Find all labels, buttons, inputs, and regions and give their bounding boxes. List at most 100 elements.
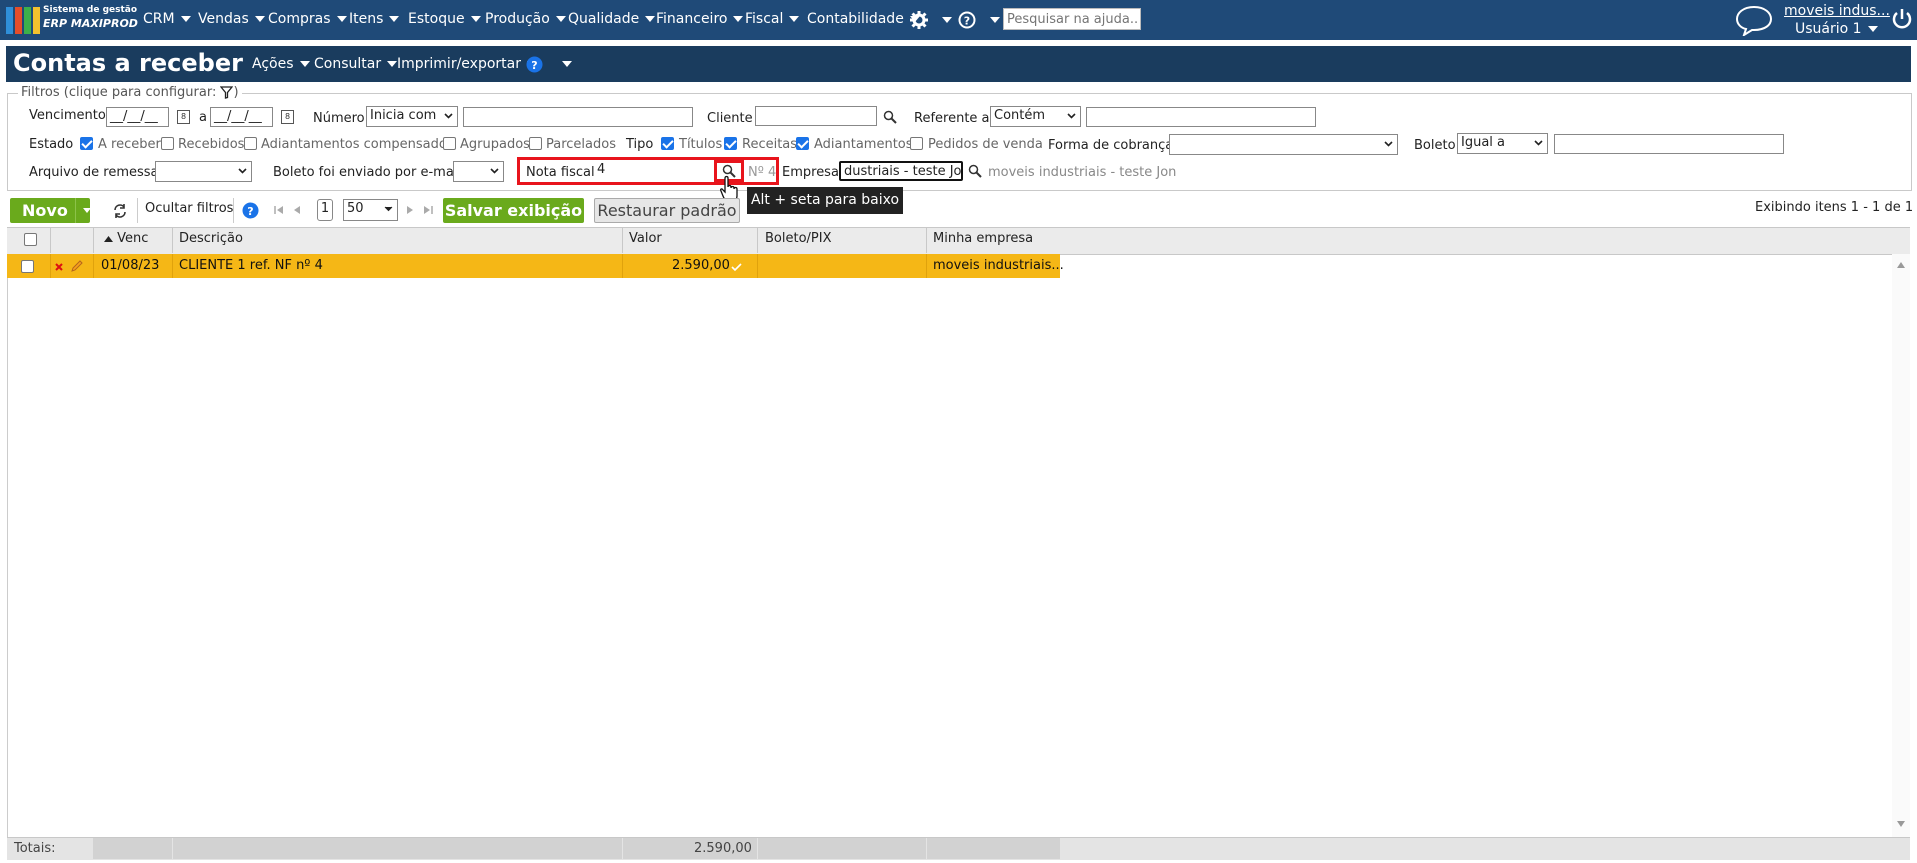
chevron-down-icon: [555, 16, 566, 22]
numero-input[interactable]: [463, 107, 693, 127]
chevron-down-icon: [299, 61, 310, 67]
checkbox-receitas[interactable]: [724, 137, 737, 150]
gear-icon[interactable]: [910, 11, 928, 29]
sort-asc-icon: [104, 235, 113, 242]
page-number-input[interactable]: 1: [317, 199, 333, 221]
menu-contabilidade[interactable]: Contabilidade: [807, 11, 920, 27]
edit-pencil-icon[interactable]: [70, 259, 84, 273]
hide-filters-button[interactable]: Ocultar filtros: [145, 201, 233, 216]
menu-vendas[interactable]: Vendas: [198, 11, 265, 27]
last-page-icon[interactable]: [423, 205, 433, 215]
chevron-down-icon: [238, 168, 247, 174]
erp-logo-icon[interactable]: [6, 7, 40, 34]
column-venc[interactable]: Venc: [104, 231, 148, 246]
checkbox-adiantamentos-compensados[interactable]: [244, 137, 257, 150]
vencimento-from-input[interactable]: __/__/__: [106, 107, 169, 127]
calendar-icon[interactable]: 8: [281, 110, 294, 124]
chevron-down-icon[interactable]: [562, 61, 572, 67]
help-icon[interactable]: ?: [242, 202, 259, 219]
menu-compras[interactable]: Compras: [268, 11, 347, 27]
power-icon[interactable]: [1890, 7, 1914, 31]
menu-producao[interactable]: Produção: [485, 11, 566, 27]
select-value: 50: [347, 201, 364, 216]
column-minha-empresa[interactable]: Minha empresa: [933, 231, 1033, 246]
chevron-down-icon: [389, 16, 400, 22]
arquivo-remessa-select[interactable]: [155, 161, 252, 182]
column-boleto-pix[interactable]: Boleto/PIX: [765, 231, 832, 246]
help-icon[interactable]: ?: [526, 56, 543, 73]
erp-logo-text[interactable]: Sistema de gestão ERP MAXIPROD: [43, 4, 138, 30]
chevron-down-icon[interactable]: [942, 17, 952, 23]
svg-text:?: ?: [531, 59, 537, 72]
page-size-select[interactable]: 50: [343, 199, 398, 221]
boleto-operator-select[interactable]: Igual a: [1457, 133, 1548, 154]
checkbox-a-receber[interactable]: [80, 137, 93, 150]
menu-qualidade[interactable]: Qualidade: [568, 11, 656, 27]
checkbox-recebidos[interactable]: [161, 137, 174, 150]
boleto-email-select[interactable]: [453, 161, 504, 182]
chevron-down-icon[interactable]: [990, 17, 1000, 23]
menu-label: Produção: [485, 11, 550, 27]
cell-divider: [757, 254, 758, 278]
cell-venc: 01/08/23: [101, 258, 160, 273]
row-checkbox[interactable]: [21, 260, 34, 273]
menu-consultar[interactable]: Consultar: [314, 56, 398, 72]
help-icon[interactable]: ?: [958, 11, 976, 29]
menu-itens[interactable]: Itens: [349, 11, 400, 27]
cell-minha-empresa: moveis industriais...: [933, 258, 1064, 273]
vertical-scrollbar[interactable]: [1892, 254, 1910, 837]
date-separator: a: [199, 110, 207, 125]
chat-icon[interactable]: [1734, 4, 1774, 36]
numero-operator-select[interactable]: Inicia com: [366, 106, 458, 127]
referente-input[interactable]: [1086, 107, 1316, 127]
delete-icon[interactable]: [55, 263, 63, 271]
scroll-up-icon[interactable]: [1897, 262, 1905, 268]
filters-legend[interactable]: Filtros (clique para configurar: ): [18, 85, 242, 100]
menu-estoque[interactable]: Estoque: [408, 11, 481, 27]
column-descricao[interactable]: Descrição: [179, 231, 243, 246]
company-link[interactable]: moveis indus...: [1784, 3, 1890, 19]
boleto-label: Boleto: [1414, 138, 1456, 153]
menu-label: Itens: [349, 11, 384, 27]
column-divider: [50, 227, 51, 253]
checkbox-agrupados[interactable]: [443, 137, 456, 150]
next-page-icon[interactable]: [406, 205, 414, 215]
numero-label: Número: [313, 111, 365, 126]
calendar-icon[interactable]: 8: [177, 110, 190, 124]
forma-cobranca-select[interactable]: [1169, 134, 1398, 155]
scroll-down-icon[interactable]: [1897, 821, 1905, 827]
referente-operator-select[interactable]: Contém: [990, 106, 1081, 127]
menu-imprimir-exportar[interactable]: Imprimir/exportar: [397, 56, 537, 72]
vencimento-to-input[interactable]: __/__/__: [210, 107, 273, 127]
checkbox-titulos[interactable]: [661, 137, 674, 150]
restore-default-button[interactable]: Restaurar padrão: [594, 198, 740, 223]
grid-body: [7, 254, 1910, 837]
refresh-icon[interactable]: [112, 203, 128, 219]
column-valor[interactable]: Valor: [629, 231, 662, 246]
chevron-down-icon: [789, 16, 800, 22]
menu-fiscal[interactable]: Fiscal: [745, 11, 800, 27]
chevron-down-icon[interactable]: [83, 208, 91, 213]
logo-line1: Sistema de gestão: [43, 5, 138, 15]
user-menu[interactable]: Usuário 1: [1795, 21, 1878, 37]
checkbox-parcelados[interactable]: [529, 137, 542, 150]
cell-divider: [622, 254, 623, 278]
select-all-checkbox[interactable]: [24, 233, 37, 246]
table-row[interactable]: [7, 254, 1060, 278]
boleto-input[interactable]: [1554, 134, 1784, 154]
save-view-button[interactable]: Salvar exibição: [443, 198, 584, 223]
checkbox-pedidos-de-venda[interactable]: [910, 137, 923, 150]
cliente-input[interactable]: [755, 106, 877, 126]
search-icon[interactable]: [968, 164, 982, 178]
menu-crm[interactable]: CRM: [143, 11, 191, 27]
help-search-input[interactable]: [1003, 8, 1141, 30]
menu-acoes[interactable]: Ações: [252, 56, 310, 72]
prev-page-icon[interactable]: [293, 205, 301, 215]
toolbar-divider: [233, 198, 234, 223]
checkbox-adiantamentos[interactable]: [796, 137, 809, 150]
filter-icon[interactable]: [220, 86, 234, 99]
first-page-icon[interactable]: [274, 205, 284, 215]
search-icon[interactable]: [883, 110, 897, 124]
empresa-input[interactable]: dustriais - teste Jon: [839, 161, 963, 181]
menu-financeiro[interactable]: Financeiro: [656, 11, 744, 27]
